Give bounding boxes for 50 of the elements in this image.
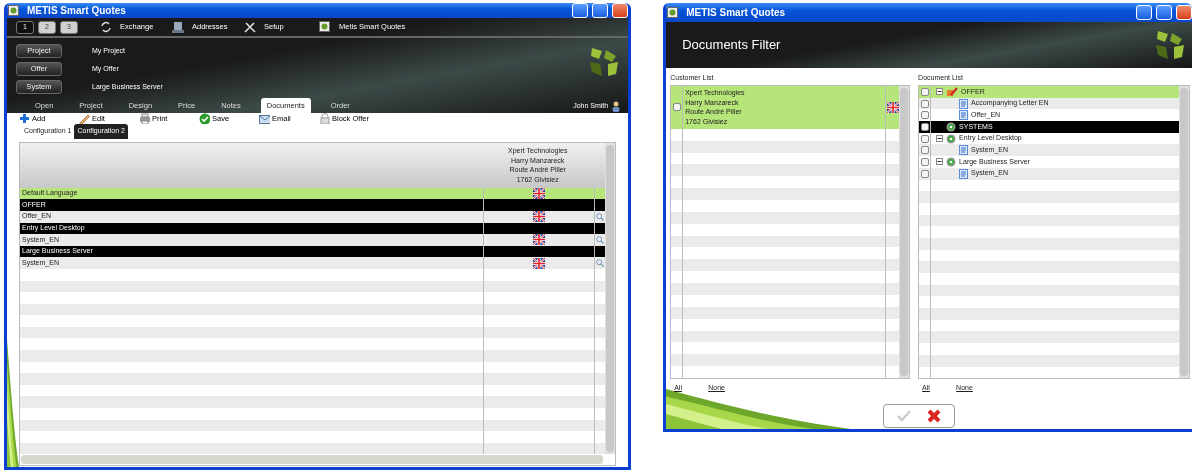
maximize-button[interactable] [592,3,609,18]
magnifier-icon[interactable] [596,212,605,221]
window-title: METIS Smart Quotes [27,4,127,18]
pencil-icon [79,113,90,125]
checkbox[interactable] [920,111,929,120]
dialog-heading: Documents Filter [682,36,781,55]
app-icon [8,5,19,16]
checkbox[interactable] [920,122,929,131]
scrollbar[interactable] [899,86,910,378]
gear-icon [946,156,957,167]
collapse-icon[interactable] [936,158,944,166]
checkbox[interactable] [920,146,929,155]
magnifier-icon[interactable] [596,235,605,244]
window-title: METIS Smart Quotes [686,6,787,20]
close-button[interactable] [612,3,629,18]
minimize-button[interactable] [1136,5,1152,20]
gear-icon [946,133,957,144]
envelope-icon [259,113,270,125]
plus-icon [19,113,30,125]
offer-icon [946,87,959,97]
document-icon [959,98,969,109]
close-button[interactable] [1176,5,1192,20]
app-icon[interactable] [319,21,331,33]
lock-icon [319,113,330,125]
arrows-icon[interactable] [100,21,112,33]
scrollbar[interactable] [1179,86,1189,378]
checkbox[interactable] [920,169,929,178]
document-icon [959,145,969,156]
user-icon [612,101,621,112]
checkbox[interactable] [920,134,929,143]
checkbox[interactable] [672,103,681,112]
document-icon [959,110,969,121]
cancel-button[interactable] [926,407,943,424]
document-icon [959,168,969,179]
minimize-button[interactable] [572,3,589,18]
scrollbar[interactable] [21,455,604,465]
collapse-icon[interactable] [936,135,944,143]
scrollbar[interactable] [605,142,616,455]
checkbox[interactable] [920,157,929,166]
gear-icon [946,121,957,132]
tools-icon[interactable] [244,21,256,33]
maximize-button[interactable] [1156,5,1172,20]
checkbox[interactable] [920,99,929,108]
printer-icon [139,113,150,125]
check-circle-icon [199,113,210,125]
collapse-icon[interactable] [936,88,944,96]
checkbox[interactable] [920,87,929,96]
building-icon[interactable] [172,21,184,33]
magnifier-icon[interactable] [596,259,605,268]
app-icon [667,7,679,18]
